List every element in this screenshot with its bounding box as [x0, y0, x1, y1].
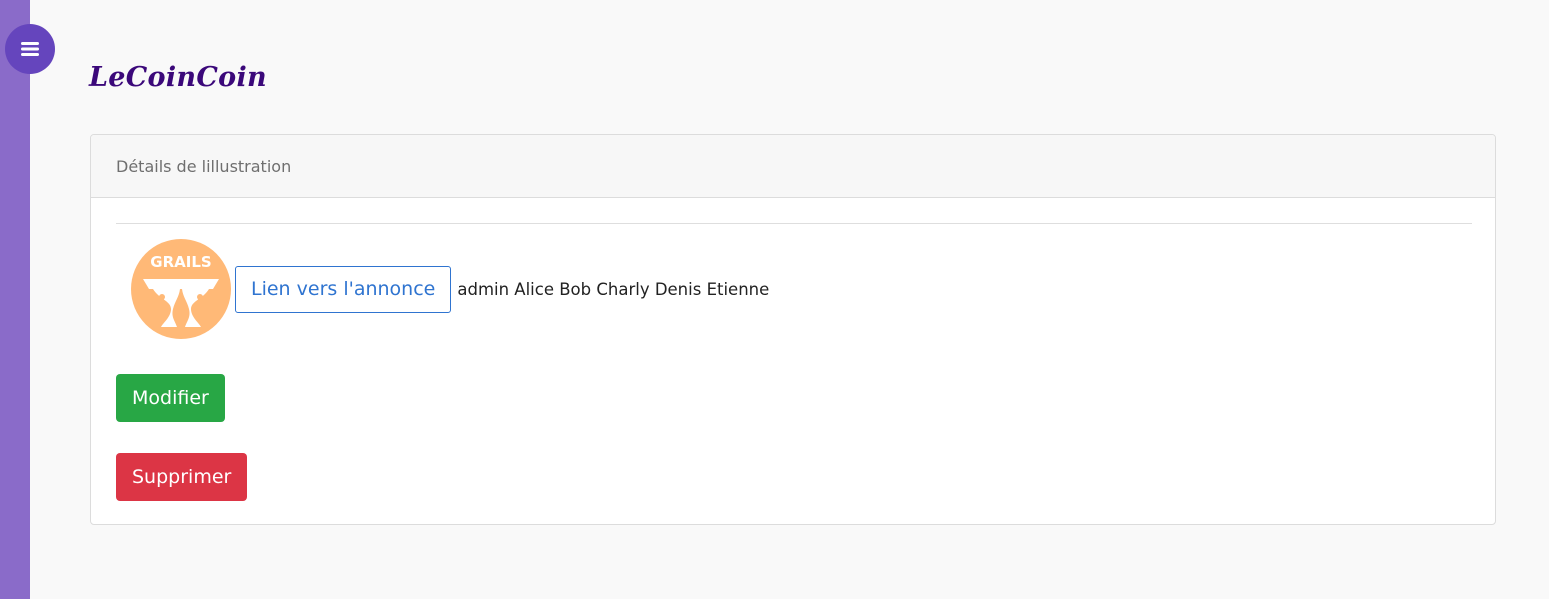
modify-button[interactable]: Modifier: [116, 374, 225, 422]
brand-title[interactable]: LeCoinCoin: [89, 62, 267, 93]
bars-icon: [21, 42, 39, 56]
grails-logo-icon: GRAILS: [131, 239, 231, 339]
annonce-link[interactable]: Lien vers l'annonce: [235, 265, 452, 313]
card-title: Détails de lillustration: [116, 156, 292, 176]
sidebar-strip: [0, 0, 30, 599]
menu-toggle-button[interactable]: [5, 24, 55, 74]
illustration-row: GRAILS Lien vers l'annonce admin Alice B…: [131, 239, 769, 339]
svg-text:GRAILS: GRAILS: [150, 253, 211, 271]
illustration-details-card: Détails de lillustration GRAILS Lien ver…: [90, 134, 1496, 525]
delete-button[interactable]: Supprimer: [116, 453, 248, 501]
users-list: admin Alice Bob Charly Denis Etienne: [457, 279, 770, 299]
card-header: Détails de lillustration: [91, 135, 1495, 198]
divider: [116, 223, 1472, 224]
